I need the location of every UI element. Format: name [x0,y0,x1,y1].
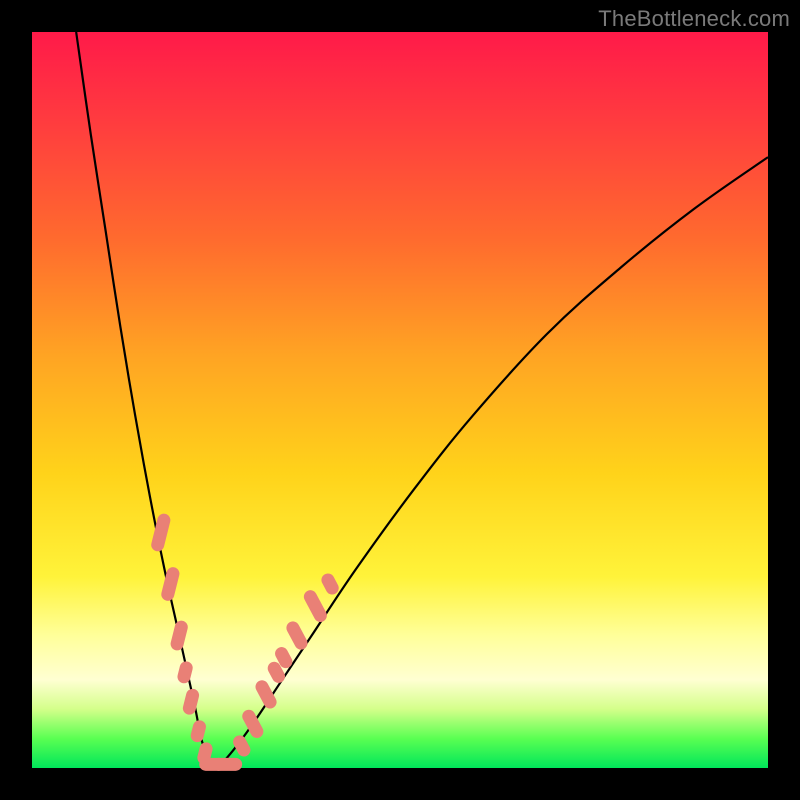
curve-marker [302,588,330,624]
curve-marker [169,619,189,651]
curve-marker [253,678,279,711]
curve-layer [32,32,768,768]
curve-marker [176,660,194,685]
bottleneck-curve [76,32,768,768]
curve-marker [189,719,207,744]
curve-marker [212,758,242,771]
plot-area [32,32,768,768]
curve-marker [182,687,201,716]
chart-frame: TheBottleneck.com [0,0,800,800]
curve-marker [231,733,253,759]
curve-marker [284,619,310,652]
watermark-text: TheBottleneck.com [598,6,790,32]
curve-marker [319,571,341,597]
curve-marker [160,566,181,602]
